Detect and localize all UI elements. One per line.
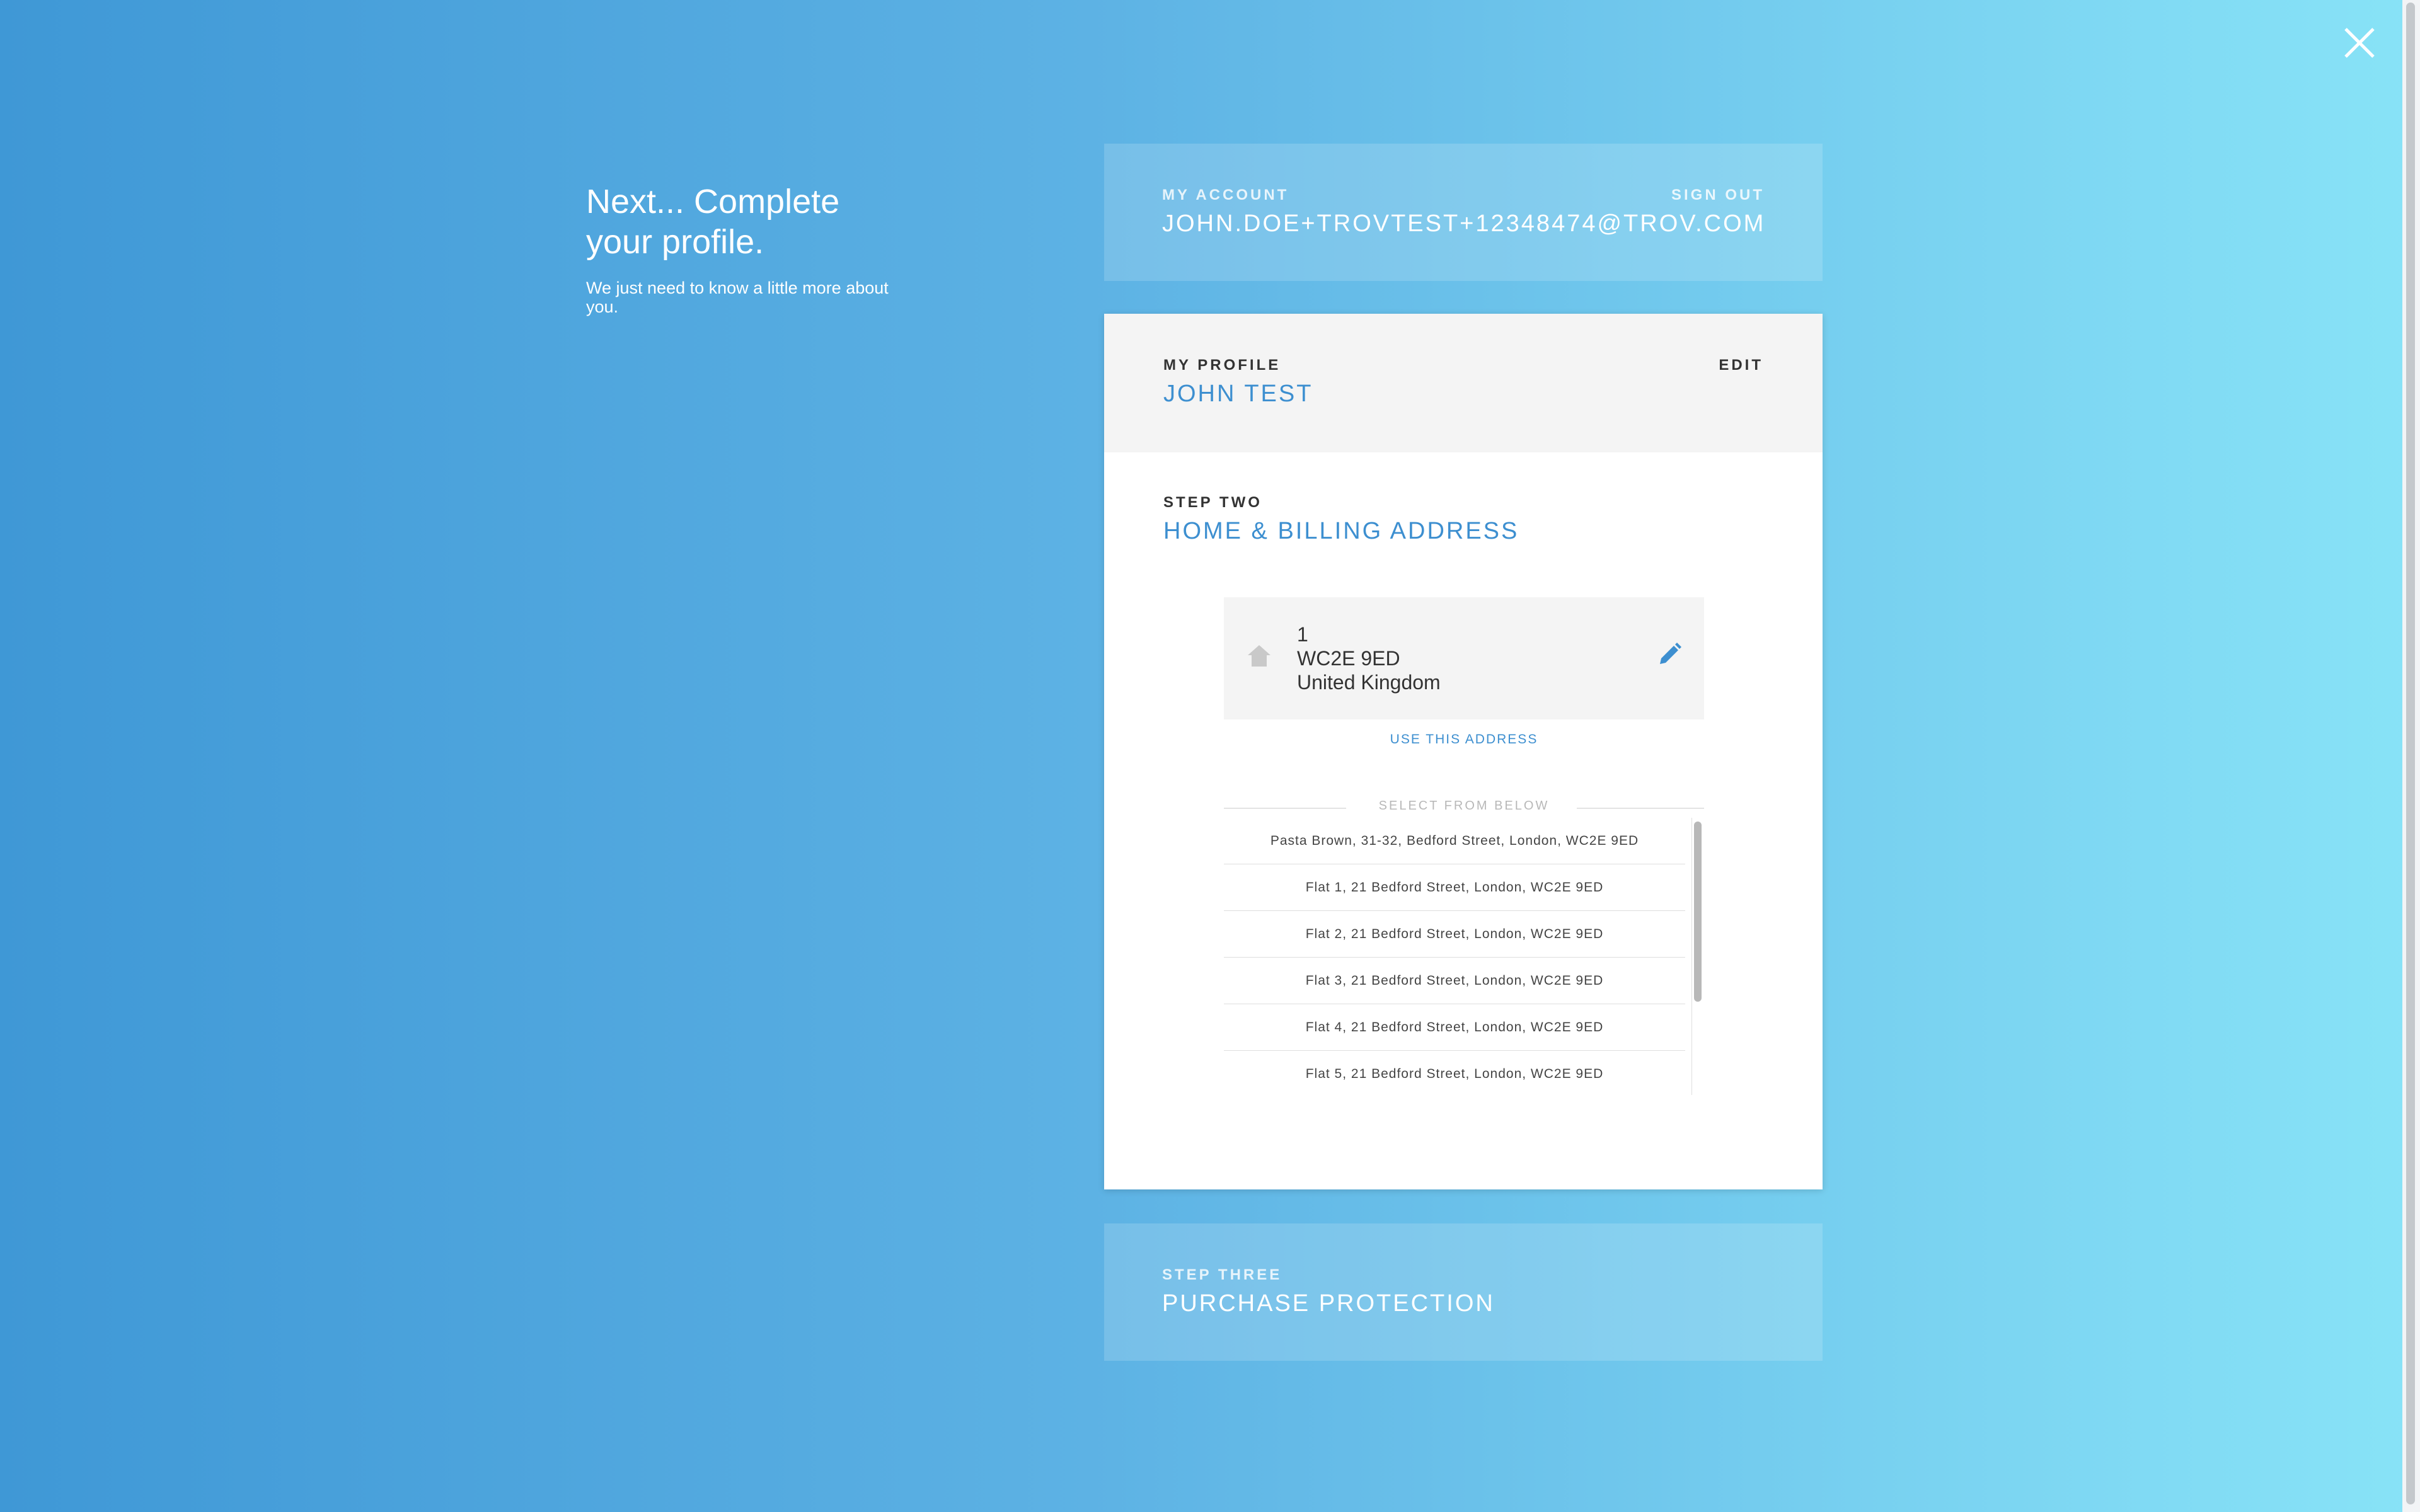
address-lines: 1 WC2E 9ED United Kingdom bbox=[1297, 622, 1441, 694]
home-icon bbox=[1248, 645, 1270, 667]
step-three-label: STEP THREE bbox=[1162, 1266, 1282, 1283]
intro-section: Next... Complete your profile. We just n… bbox=[586, 181, 914, 316]
step-three-panel: STEP THREE PURCHASE PROTECTION bbox=[1104, 1223, 1823, 1361]
profile-label: MY PROFILE bbox=[1163, 357, 1281, 374]
address-line-3: United Kingdom bbox=[1297, 671, 1441, 694]
current-address-card: 1 WC2E 9ED United Kingdom bbox=[1224, 597, 1704, 719]
address-option[interactable]: Flat 5, 21 Bedford Street, London, WC2E … bbox=[1224, 1051, 1685, 1095]
step-two-label: STEP TWO bbox=[1163, 494, 1262, 511]
list-scrollbar-thumb[interactable] bbox=[1694, 822, 1702, 1002]
account-email: JOHN.DOE+TROVTEST+12348474@TROV.COM bbox=[1162, 210, 1766, 237]
profile-card: MY PROFILE EDIT JOHN TEST STEP TWO HOME … bbox=[1104, 314, 1823, 1189]
close-button[interactable] bbox=[2342, 25, 2377, 60]
list-scrollbar-track[interactable] bbox=[1691, 818, 1692, 1095]
address-options-list[interactable]: Pasta Brown, 31-32, Bedford Street, Lond… bbox=[1224, 818, 1704, 1095]
address-line-1: 1 bbox=[1297, 623, 1308, 646]
intro-subtitle: We just need to know a little more about… bbox=[586, 278, 889, 316]
profile-header: MY PROFILE EDIT JOHN TEST bbox=[1104, 314, 1823, 452]
page-scrollbar-thumb[interactable] bbox=[2406, 3, 2415, 1504]
intro-title: Next... Complete your profile. bbox=[586, 183, 840, 261]
use-this-address-link[interactable]: USE THIS ADDRESS bbox=[1224, 732, 1704, 747]
address-option[interactable]: Pasta Brown, 31-32, Bedford Street, Lond… bbox=[1224, 818, 1685, 864]
sign-out-link[interactable]: SIGN OUT bbox=[1671, 186, 1765, 204]
account-panel: MY ACCOUNT SIGN OUT JOHN.DOE+TROVTEST+12… bbox=[1104, 144, 1823, 281]
profile-name: JOHN TEST bbox=[1163, 381, 1313, 407]
address-option[interactable]: Flat 4, 21 Bedford Street, London, WC2E … bbox=[1224, 1004, 1685, 1051]
edit-profile-link[interactable]: EDIT bbox=[1719, 357, 1763, 374]
step-three-title: PURCHASE PROTECTION bbox=[1162, 1290, 1495, 1317]
close-icon bbox=[2344, 28, 2375, 58]
step-two-title: HOME & BILLING ADDRESS bbox=[1163, 518, 1519, 544]
address-option[interactable]: Flat 3, 21 Bedford Street, London, WC2E … bbox=[1224, 958, 1685, 1004]
select-from-below-label: SELECT FROM BELOW bbox=[1378, 799, 1550, 813]
pencil-icon[interactable] bbox=[1657, 643, 1681, 667]
address-option[interactable]: Flat 2, 21 Bedford Street, London, WC2E … bbox=[1224, 911, 1685, 958]
address-option[interactable]: Flat 1, 21 Bedford Street, London, WC2E … bbox=[1224, 864, 1685, 911]
step-two-header: STEP TWO HOME & BILLING ADDRESS bbox=[1163, 494, 1519, 545]
address-line-2: WC2E 9ED bbox=[1297, 647, 1400, 670]
